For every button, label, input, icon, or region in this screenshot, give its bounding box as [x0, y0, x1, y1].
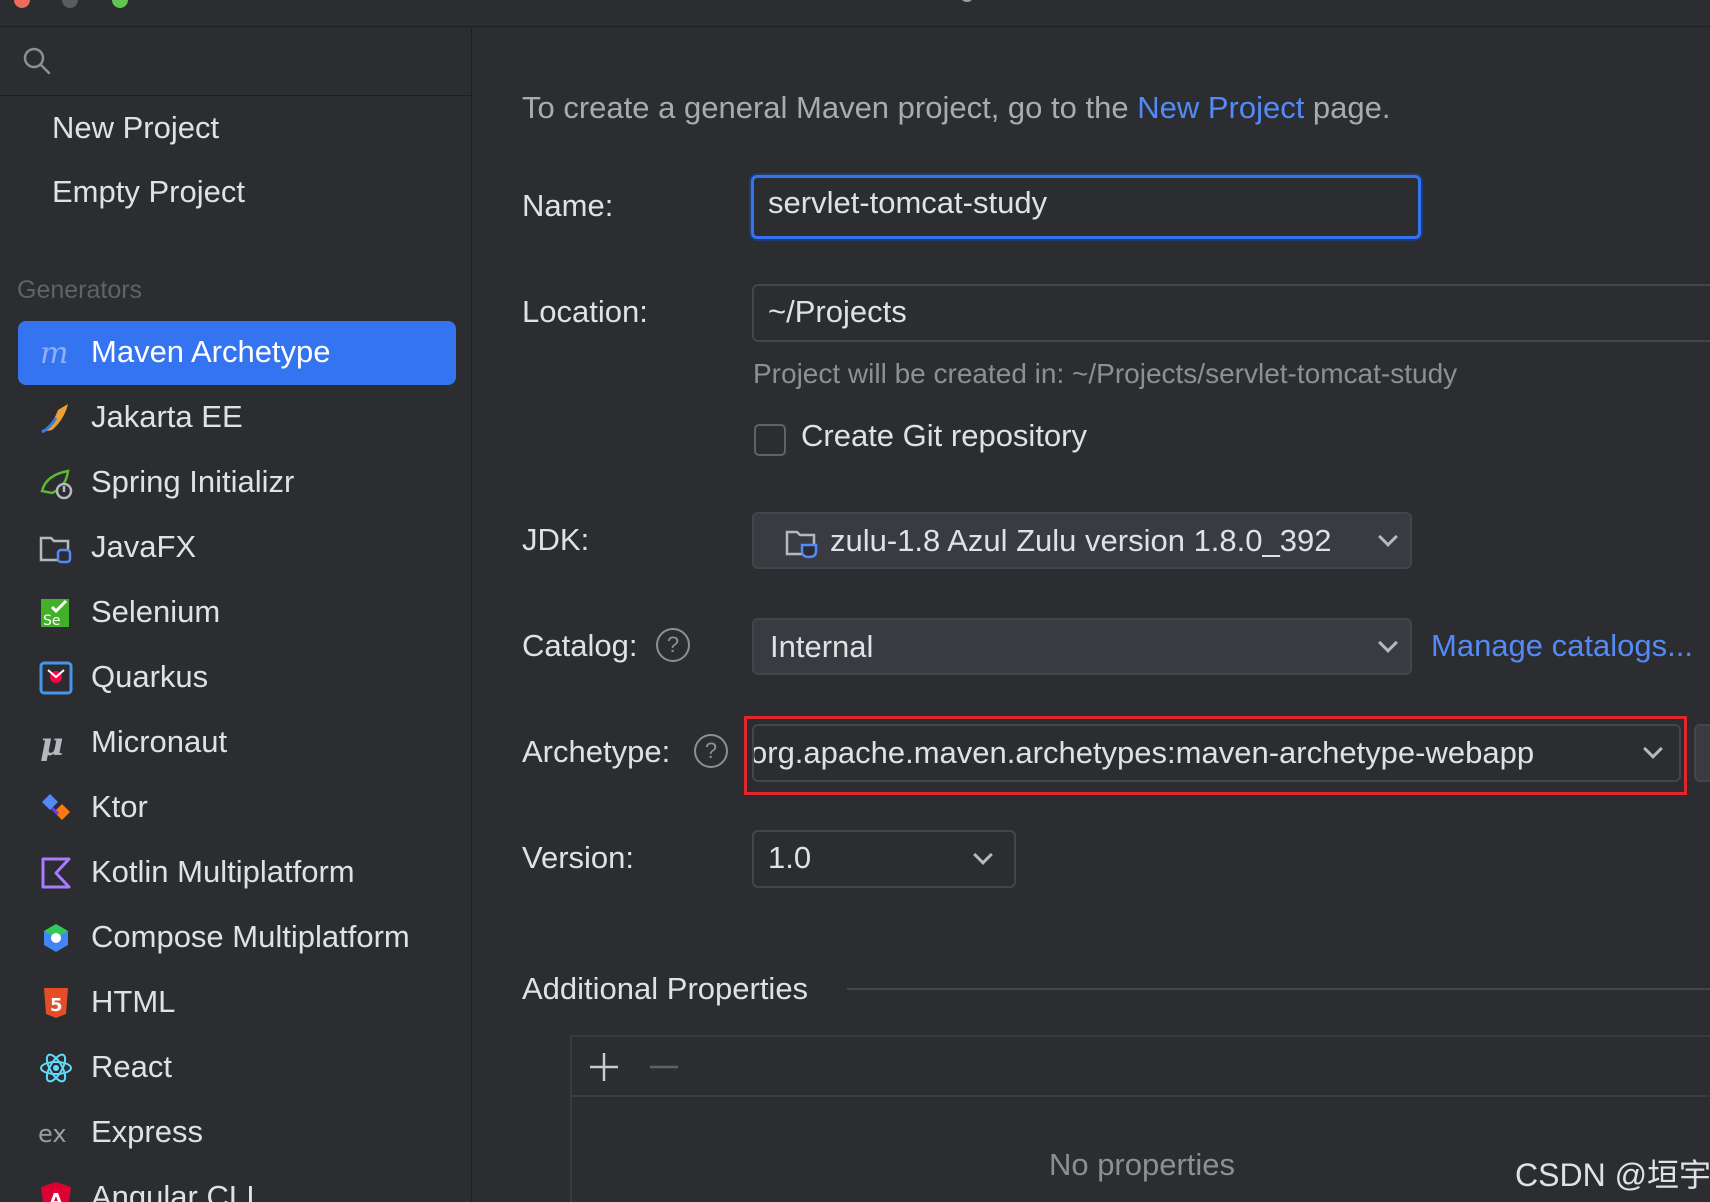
sidebar-item-express[interactable]: ex Express: [18, 1101, 456, 1165]
sidebar-item-label: Jakarta EE: [91, 399, 243, 434]
sidebar-item-new-project[interactable]: New Project: [52, 110, 219, 146]
javafx-icon: [39, 536, 72, 564]
sidebar-item-label: HTML: [91, 984, 176, 1019]
catalog-select[interactable]: Internal: [752, 618, 1412, 675]
compose-icon: [44, 924, 68, 952]
version-select-value: 1.0: [768, 840, 812, 875]
sidebar-item-label: Express: [91, 1114, 203, 1149]
new-project-link[interactable]: New Project: [1137, 90, 1304, 125]
sidebar-item-html[interactable]: 5 HTML: [18, 971, 456, 1035]
zoom-window-button[interactable]: [112, 0, 128, 8]
name-label: Name:: [522, 188, 614, 223]
archetype-label: Archetype:: [522, 734, 671, 769]
location-label: Location:: [522, 294, 648, 329]
sidebar-item-jakarta-ee[interactable]: Jakarta EE: [18, 386, 456, 450]
chevron-down-icon: [973, 845, 993, 865]
sidebar-item-label: Quarkus: [91, 659, 209, 694]
minus-icon[interactable]: [646, 1049, 682, 1085]
svg-text:ex: ex: [38, 1120, 67, 1148]
sidebar-item-maven-archetype[interactable]: m Maven Archetype: [18, 321, 456, 385]
react-icon: [40, 1053, 72, 1083]
ktor-icon: [42, 794, 70, 820]
angular-icon: A: [41, 1182, 71, 1202]
sidebar-item-kotlin-multiplatform[interactable]: Kotlin Multiplatform: [18, 841, 456, 905]
sidebar-item-react[interactable]: React: [18, 1036, 456, 1100]
plus-icon[interactable]: [586, 1049, 622, 1085]
catalog-help-icon[interactable]: ?: [656, 628, 690, 662]
name-field[interactable]: servlet-tomcat-study: [751, 175, 1421, 239]
spring-icon: [40, 469, 73, 500]
maven-archetype-form: To create a general Maven project, go to…: [473, 28, 1710, 1202]
sidebar-item-micronaut[interactable]: μ Micronaut: [18, 711, 456, 775]
sidebar-item-label: Selenium: [91, 594, 221, 629]
sidebar-item-angular-cli[interactable]: A Angular CLI: [18, 1166, 456, 1202]
window-titlebar: [0, 0, 1710, 27]
kotlin-icon: [41, 857, 71, 889]
version-select[interactable]: 1.0: [752, 830, 1016, 888]
jdk-select[interactable]: zulu-1.8 Azul Zulu version 1.8.0_392: [752, 512, 1412, 569]
svg-text:5: 5: [50, 995, 63, 1016]
sidebar-item-spring-initializr[interactable]: Spring Initializr: [18, 451, 456, 515]
project-type-sidebar: New Project Empty Project Generators m M…: [0, 28, 472, 1202]
micronaut-icon: μ: [40, 725, 63, 761]
jdk-folder-icon: [785, 530, 818, 559]
sidebar-item-ktor[interactable]: Ktor: [18, 776, 456, 840]
sidebar-item-label: Spring Initializr: [91, 464, 295, 499]
jdk-select-value: zulu-1.8 Azul Zulu version 1.8.0_392: [830, 523, 1332, 558]
section-divider: [847, 988, 1710, 990]
version-label: Version:: [522, 840, 635, 875]
sidebar-item-label: JavaFX: [91, 529, 197, 564]
location-field-value: ~/Projects: [768, 294, 907, 329]
html5-icon: 5: [44, 988, 68, 1018]
close-window-button[interactable]: [14, 0, 30, 8]
sidebar-item-label: Compose Multiplatform: [91, 919, 410, 954]
catalog-select-value: Internal: [770, 629, 874, 664]
jdk-label: JDK:: [522, 522, 590, 557]
additional-properties-title: Additional Properties: [522, 971, 809, 1006]
location-field[interactable]: ~/Projects: [752, 284, 1710, 342]
create-git-checkbox[interactable]: [754, 424, 786, 456]
sidebar-search[interactable]: [0, 28, 472, 96]
sidebar-item-empty-project[interactable]: Empty Project: [52, 174, 245, 210]
minimize-window-button[interactable]: [62, 0, 78, 8]
svg-text:μ: μ: [40, 725, 63, 761]
sidebar-item-compose-multiplatform[interactable]: Compose Multiplatform: [18, 906, 456, 970]
watermark: CSDN @垣宇: [1515, 1157, 1710, 1193]
chevron-down-icon: [1378, 527, 1398, 547]
selenium-icon: Se: [41, 599, 69, 629]
sidebar-item-label: Micronaut: [91, 724, 228, 759]
svg-text:m: m: [40, 336, 68, 371]
search-icon[interactable]: [22, 46, 52, 76]
create-git-label[interactable]: Create Git repository: [801, 418, 1087, 454]
catalog-label: Catalog:: [522, 628, 638, 663]
svg-text:Se: Se: [43, 613, 61, 629]
archetype-help-icon[interactable]: ?: [694, 734, 728, 768]
sidebar-item-selenium[interactable]: Se Selenium: [18, 581, 456, 645]
sidebar-item-label: React: [91, 1049, 172, 1084]
add-archetype-button[interactable]: [1694, 724, 1710, 782]
quarkus-icon: [39, 661, 73, 695]
archetype-highlight-box: [744, 716, 1687, 795]
name-field-value: servlet-tomcat-study: [768, 185, 1048, 220]
jakarta-icon: [41, 404, 68, 434]
sidebar-item-label: Kotlin Multiplatform: [91, 854, 355, 889]
svg-text:A: A: [49, 1190, 63, 1202]
sidebar-item-label: Ktor: [91, 789, 148, 824]
sidebar-item-quarkus[interactable]: Quarkus: [18, 646, 456, 710]
chevron-down-icon: [1378, 633, 1398, 653]
properties-toolbar: [572, 1037, 1710, 1097]
maven-icon: m: [40, 336, 68, 371]
window-title-fragment: [960, 0, 974, 2]
manage-catalogs-link[interactable]: Manage catalogs...: [1431, 628, 1693, 664]
generators-section-label: Generators: [17, 276, 143, 304]
express-icon: ex: [38, 1120, 67, 1148]
intro-text: To create a general Maven project, go to…: [522, 90, 1391, 125]
sidebar-item-label: Maven Archetype: [91, 334, 331, 369]
location-hint: Project will be created in: ~/Projects/s…: [753, 358, 1458, 389]
sidebar-item-javafx[interactable]: JavaFX: [18, 516, 456, 580]
sidebar-item-label: Angular CLI: [91, 1179, 255, 1202]
